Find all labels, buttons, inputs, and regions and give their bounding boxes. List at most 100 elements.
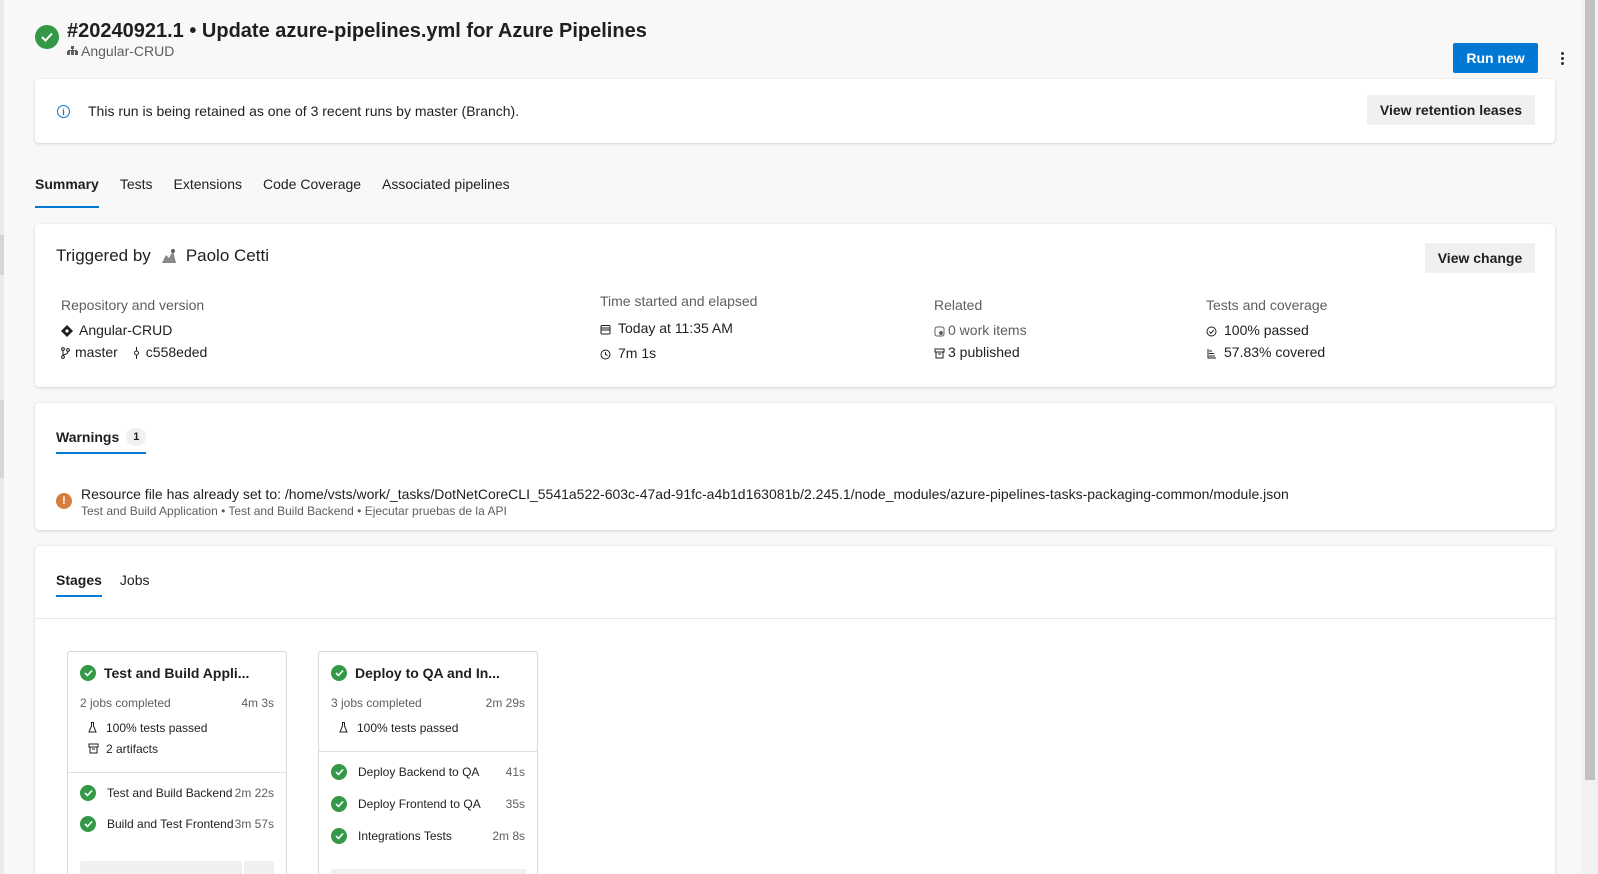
repository-heading: Repository and version bbox=[61, 297, 205, 313]
stage-meta: 3 jobs completed 2m 29s bbox=[331, 696, 525, 710]
commit-id[interactable]: c558eded bbox=[146, 344, 208, 360]
time-heading: Time started and elapsed bbox=[600, 293, 758, 309]
avatar bbox=[159, 246, 179, 266]
warnings-label: Warnings bbox=[56, 429, 120, 445]
warning-source: Test and Build Application • Test and Bu… bbox=[81, 504, 507, 518]
retention-message: This run is being retained as one of 3 r… bbox=[88, 103, 520, 119]
project-link[interactable]: Angular-CRUD bbox=[67, 43, 174, 59]
view-change-button[interactable]: View change bbox=[1425, 243, 1535, 273]
job-row[interactable]: Test and Build Backend 2m 22s bbox=[80, 785, 274, 801]
run-header: #20240921.1 • Update azure-pipelines.yml… bbox=[35, 20, 1575, 73]
triggered-by: Triggered by Paolo Cetti bbox=[56, 246, 269, 266]
stage-action-menu-button[interactable] bbox=[244, 861, 274, 874]
stage-title: Test and Build Appli... bbox=[80, 665, 249, 681]
success-status-icon bbox=[331, 796, 347, 812]
job-row[interactable]: Build and Test Frontend 3m 57s bbox=[80, 816, 274, 832]
more-vertical-icon[interactable] bbox=[1555, 48, 1569, 68]
tab-summary[interactable]: Summary bbox=[35, 174, 99, 208]
tab-stages[interactable]: Stages bbox=[56, 563, 102, 597]
repository-link[interactable]: Angular-CRUD bbox=[61, 319, 207, 341]
coverage-link[interactable]: 57.83% covered bbox=[1206, 341, 1327, 363]
success-status-icon bbox=[80, 785, 96, 801]
job-row[interactable]: Integrations Tests 2m 8s bbox=[331, 828, 525, 844]
calendar-icon bbox=[600, 322, 612, 334]
elapsed-value: 7m 1s bbox=[618, 344, 657, 361]
stage-card[interactable]: Test and Build Appli... 2 jobs completed… bbox=[67, 651, 287, 874]
published-link[interactable]: 3 published bbox=[934, 341, 1027, 363]
stages-tabs: Stages Jobs bbox=[56, 563, 168, 597]
scrollbar-thumb[interactable] bbox=[1585, 0, 1595, 780]
stage-meta: 2 jobs completed 4m 3s bbox=[80, 696, 274, 710]
coverage-value: 57.83% covered bbox=[1224, 344, 1326, 360]
work-item-icon bbox=[934, 324, 946, 337]
stage-tests[interactable]: 100% tests passed bbox=[88, 721, 207, 735]
success-status-icon bbox=[331, 764, 347, 780]
branch-name[interactable]: master bbox=[75, 344, 118, 360]
flask-icon bbox=[339, 722, 351, 734]
flask-icon bbox=[88, 722, 100, 734]
job-duration: 41s bbox=[505, 765, 525, 779]
repository-name: Angular-CRUD bbox=[79, 322, 173, 338]
vertical-scrollbar[interactable] bbox=[1582, 0, 1598, 874]
trigger-user[interactable]: Paolo Cetti bbox=[186, 246, 269, 266]
tests-passed-value: 100% passed bbox=[1224, 322, 1309, 338]
success-status-icon bbox=[35, 25, 59, 49]
repository-column: Repository and version Angular-CRUD mast… bbox=[61, 297, 207, 363]
job-duration: 35s bbox=[505, 797, 525, 811]
time-started: Today at 11:35 AM bbox=[600, 315, 757, 340]
branch-commit: master c558eded bbox=[61, 341, 207, 363]
clock-icon bbox=[600, 347, 612, 359]
tab-jobs[interactable]: Jobs bbox=[120, 563, 150, 597]
stage-action-button[interactable] bbox=[331, 869, 526, 874]
success-status-icon bbox=[80, 816, 96, 832]
run-new-button[interactable]: Run new bbox=[1453, 43, 1538, 73]
success-status-icon bbox=[331, 828, 347, 844]
job-duration: 2m 22s bbox=[234, 786, 274, 800]
time-column: Time started and elapsed Today at 11:35 … bbox=[600, 293, 757, 365]
work-items-link[interactable]: 0 work items bbox=[934, 319, 1027, 341]
job-duration: 3m 57s bbox=[234, 817, 274, 831]
repo-icon bbox=[61, 324, 73, 337]
warnings-count-badge: 1 bbox=[126, 428, 147, 446]
divider bbox=[68, 772, 286, 773]
tab-extensions[interactable]: Extensions bbox=[174, 174, 242, 208]
view-retention-leases-button[interactable]: View retention leases bbox=[1367, 95, 1535, 125]
stage-artifacts[interactable]: 2 artifacts bbox=[88, 742, 158, 756]
job-name: Deploy Frontend to QA bbox=[358, 797, 481, 811]
success-status-icon bbox=[331, 665, 347, 681]
job-row[interactable]: Deploy Frontend to QA 35s bbox=[331, 796, 525, 812]
branch-icon bbox=[61, 346, 70, 359]
stage-tests[interactable]: 100% tests passed bbox=[339, 721, 458, 735]
tab-tests[interactable]: Tests bbox=[120, 174, 153, 208]
warning-icon: ! bbox=[56, 493, 72, 509]
job-name: Test and Build Backend bbox=[107, 786, 233, 800]
run-tabs: Summary Tests Extensions Code Coverage A… bbox=[35, 174, 531, 208]
published-value: 3 published bbox=[948, 344, 1020, 360]
work-items-value: 0 work items bbox=[948, 322, 1027, 338]
left-edge-marker bbox=[0, 235, 4, 275]
tab-associated-pipelines[interactable]: Associated pipelines bbox=[382, 174, 510, 208]
job-duration: 2m 8s bbox=[492, 829, 525, 843]
started-value: Today at 11:35 AM bbox=[618, 319, 733, 336]
stage-action-button[interactable] bbox=[80, 861, 242, 874]
stage-card[interactable]: Deploy to QA and In... 3 jobs completed … bbox=[318, 651, 538, 874]
tab-warnings[interactable]: Warnings 1 bbox=[56, 420, 147, 454]
job-name: Build and Test Frontend bbox=[107, 817, 234, 831]
trigger-summary-card: Triggered by Paolo Cetti View change Rep… bbox=[35, 224, 1555, 387]
tab-code-coverage[interactable]: Code Coverage bbox=[263, 174, 361, 208]
stage-duration: 4m 3s bbox=[241, 696, 274, 710]
triggered-by-label: Triggered by bbox=[56, 246, 151, 265]
jobs-completed: 2 jobs completed bbox=[80, 696, 171, 710]
check-circle-outline-icon bbox=[1206, 324, 1218, 337]
warnings-card: Warnings 1 ! Resource file has already s… bbox=[35, 403, 1555, 530]
success-status-icon bbox=[80, 665, 96, 681]
commit-icon bbox=[132, 346, 141, 359]
tests-heading: Tests and coverage bbox=[1206, 297, 1328, 313]
warning-message[interactable]: Resource file has already set to: /home/… bbox=[81, 486, 1289, 502]
artifact-icon bbox=[934, 346, 946, 359]
tests-passed-link[interactable]: 100% passed bbox=[1206, 319, 1327, 341]
divider bbox=[35, 618, 1555, 619]
job-row[interactable]: Deploy Backend to QA 41s bbox=[331, 764, 525, 780]
run-title: #20240921.1 • Update azure-pipelines.yml… bbox=[67, 20, 647, 42]
related-heading: Related bbox=[934, 297, 983, 313]
